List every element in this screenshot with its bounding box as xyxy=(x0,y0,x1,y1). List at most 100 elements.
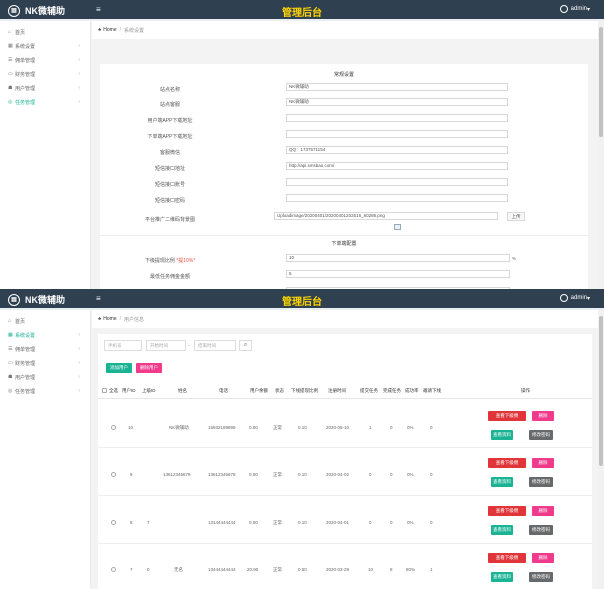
site-name-input[interactable]: NK微辅助 xyxy=(286,83,508,91)
sidebar-item-home[interactable]: ⌂ 首页 xyxy=(0,25,90,39)
view-funds-button[interactable]: 查看资料 xyxy=(491,477,513,487)
search-button[interactable]: ⌕ xyxy=(239,340,252,351)
user-menu[interactable]: admin ▾ xyxy=(559,294,590,302)
chevron-left-icon: ‹ xyxy=(78,360,80,366)
user-menu[interactable]: admin ▾ xyxy=(559,5,590,13)
sidebar-item-finance[interactable]: ▭ 财务管理 ‹ xyxy=(0,67,90,81)
cell-success-rate: 0% xyxy=(407,425,414,430)
user-app-url-input[interactable] xyxy=(286,114,508,122)
sidebar-item-home[interactable]: ⌂ 首页 xyxy=(0,314,90,328)
sms-account-input[interactable] xyxy=(286,178,508,186)
sidebar-item-settings[interactable]: ▦ 系统设置 ‹ xyxy=(0,328,90,342)
chevron-left-icon: ‹ xyxy=(78,71,80,77)
start-date-input[interactable]: 开始时间 xyxy=(146,340,186,351)
upload-button[interactable]: 上传 xyxy=(507,212,525,221)
home-icon: ⌂ xyxy=(8,29,12,35)
logo-text: NK微辅助 xyxy=(25,295,65,305)
view-subs-button[interactable]: 查看下级佣 xyxy=(488,411,526,421)
search-icon: ⌕ xyxy=(243,342,248,348)
breadcrumb-current: 系统设置 xyxy=(124,27,145,34)
delete-row-button[interactable]: 删除 xyxy=(532,553,554,563)
finance-icon: ▭ xyxy=(8,71,13,77)
delete-row-button[interactable]: 删除 xyxy=(532,411,554,421)
min-commission-input[interactable]: 5 xyxy=(286,270,510,278)
withdraw-rate-input[interactable]: 10 xyxy=(286,254,510,262)
service-wechat-input[interactable]: QQ：1737571154 xyxy=(286,146,508,154)
scrollbar-thumb[interactable] xyxy=(599,27,603,137)
row-checkbox[interactable] xyxy=(111,567,116,572)
phone-filter-input[interactable]: 手机号 xyxy=(104,340,142,351)
delete-row-button[interactable]: 删除 xyxy=(532,458,554,468)
breadcrumb-home[interactable]: Home xyxy=(103,316,116,322)
home-icon: ♣ xyxy=(98,27,102,33)
users-screenshot: ▤ NK微辅助 ≡ 管理后台 admin ▾ ⌂ 首页 ▦ 系统设置 ‹ ☰ 佣单管理 ‹ … xyxy=(0,289,604,589)
menu-toggle-icon[interactable]: ≡ xyxy=(96,5,101,14)
caret-down-icon: ▾ xyxy=(586,6,590,13)
view-funds-button[interactable]: 查看资料 xyxy=(491,430,513,440)
cell-submitted: 1 xyxy=(369,425,372,430)
row-divider xyxy=(98,447,592,448)
edit-password-button[interactable]: 修改密码 xyxy=(529,572,553,582)
order-app-url-input[interactable] xyxy=(286,130,508,138)
section-basic-title: 常规设置 xyxy=(333,72,354,78)
sidebar-item-finance[interactable]: ▭ 财务管理 ‹ xyxy=(0,356,90,370)
col-invites: 邀请下线 xyxy=(423,388,441,393)
col-select-all: 全选 xyxy=(109,388,118,393)
breadcrumb-current: 用户信息 xyxy=(124,316,145,323)
scrollbar-thumb[interactable] xyxy=(599,316,603,466)
cell-invites: 0 xyxy=(430,520,433,525)
row-checkbox[interactable] xyxy=(111,472,116,477)
sidebar-item-users[interactable]: ☗ 用户管理 ‹ xyxy=(0,370,90,384)
sidebar-item-label: 系统设置 xyxy=(15,332,36,339)
end-date-input[interactable]: 结束时间 xyxy=(194,340,236,351)
logo[interactable]: ▤ NK微辅助 xyxy=(0,289,91,310)
page-scrollbar[interactable] xyxy=(598,21,604,290)
tasks-icon: ◎ xyxy=(8,99,13,105)
edit-password-button[interactable]: 修改密码 xyxy=(529,430,553,440)
sidebar-item-tasks[interactable]: ◎ 任务管理 ‹ xyxy=(0,95,90,109)
view-funds-button[interactable]: 查看资料 xyxy=(491,572,513,582)
sms-api-url-input[interactable]: http://api.smsbao.com/ xyxy=(286,162,508,170)
sidebar-item-orders[interactable]: ☰ 佣单管理 ‹ xyxy=(0,53,90,67)
row-checkbox[interactable] xyxy=(111,425,116,430)
sidebar-item-settings[interactable]: ▦ 系统设置 ‹ xyxy=(0,39,90,53)
cell-submitted: 0 xyxy=(369,472,372,477)
sidebar-item-users[interactable]: ☗ 用户管理 ‹ xyxy=(0,81,90,95)
select-all-checkbox[interactable] xyxy=(102,388,107,393)
list-icon: ☰ xyxy=(8,57,13,63)
row-checkbox[interactable] xyxy=(111,520,116,525)
col-parent-id: 上级ID xyxy=(142,388,156,393)
sidebar-item-label: 财务管理 xyxy=(15,71,36,78)
sidebar-item-label: 任务管理 xyxy=(15,99,36,106)
delete-row-button[interactable]: 删除 xyxy=(532,506,554,516)
home-icon: ♣ xyxy=(98,316,102,322)
sms-password-input[interactable] xyxy=(286,194,508,202)
field-label: 站点名称 xyxy=(159,87,180,93)
page-scrollbar[interactable] xyxy=(598,310,604,589)
view-funds-button[interactable]: 查看资料 xyxy=(491,525,513,535)
view-subs-button[interactable]: 查看下级佣 xyxy=(488,553,526,563)
sidebar-item-orders[interactable]: ☰ 佣单管理 ‹ xyxy=(0,342,90,356)
cell-status: 正常 xyxy=(273,567,282,572)
add-user-button[interactable]: 添加用户 xyxy=(106,363,132,373)
logo-icon: ▤ xyxy=(8,4,20,17)
menu-toggle-icon[interactable]: ≡ xyxy=(96,294,101,303)
field-label: 短信接口密码 xyxy=(154,198,185,204)
cell-user-id: 9 xyxy=(130,472,133,477)
logo[interactable]: ▤ NK微辅助 xyxy=(0,0,91,21)
sidebar-item-tasks[interactable]: ◎ 任务管理 ‹ xyxy=(0,384,90,398)
qr-path-input[interactable]: Uploadimage/20200401/20200401202516_6028… xyxy=(274,212,498,220)
sidebar-item-label: 用户管理 xyxy=(15,374,36,381)
date-range-dash: - xyxy=(188,343,190,348)
site-service-input[interactable]: NK微辅助 xyxy=(286,98,508,106)
view-subs-button[interactable]: 查看下级佣 xyxy=(488,458,526,468)
delete-user-button[interactable]: 删除用户 xyxy=(136,363,162,373)
sidebar-item-label: 财务管理 xyxy=(15,360,36,367)
edit-password-button[interactable]: 修改密码 xyxy=(529,477,553,487)
cell-name: NK微辅助 xyxy=(169,425,189,430)
breadcrumb-home[interactable]: Home xyxy=(103,27,116,33)
logo-icon: ▤ xyxy=(8,293,20,306)
chevron-left-icon: ‹ xyxy=(78,57,80,63)
view-subs-button[interactable]: 查看下级佣 xyxy=(488,506,526,516)
edit-password-button[interactable]: 修改密码 xyxy=(529,525,553,535)
